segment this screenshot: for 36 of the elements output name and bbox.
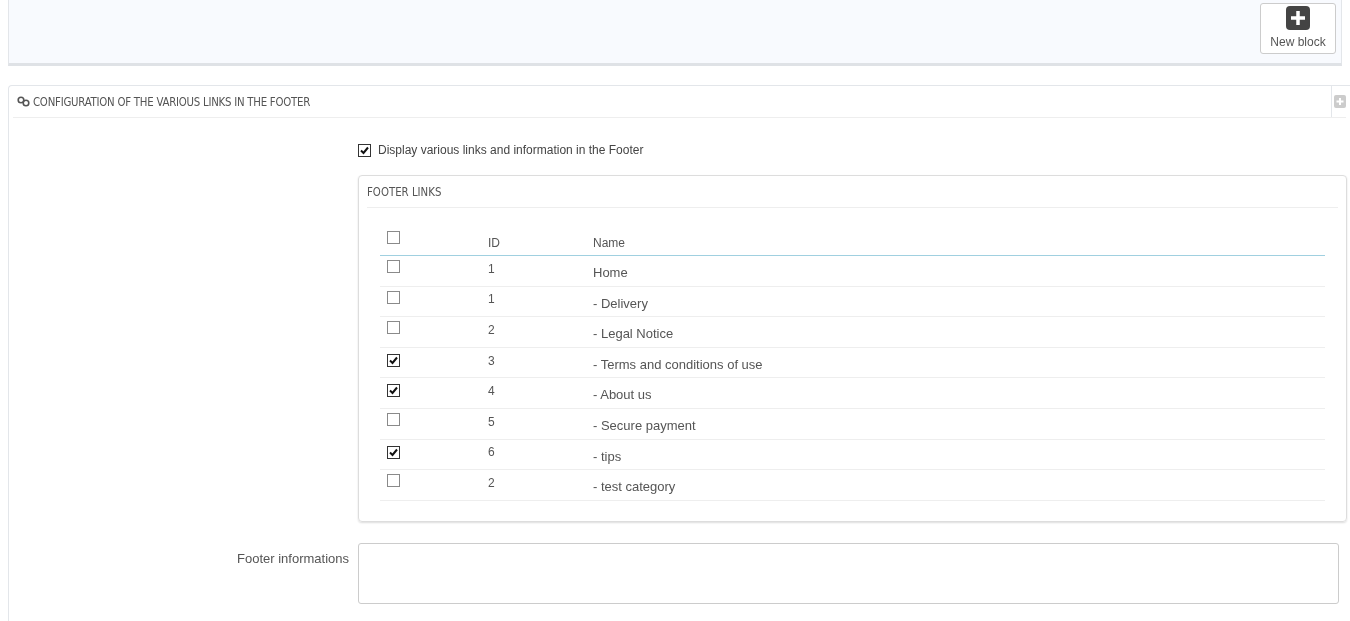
new-block-button[interactable]: New block bbox=[1260, 3, 1336, 54]
checkbox[interactable] bbox=[387, 290, 400, 304]
plus-icon bbox=[1286, 6, 1310, 30]
checkbox[interactable] bbox=[358, 143, 371, 157]
table-cell-text: - test category bbox=[593, 478, 676, 497]
checkbox[interactable] bbox=[387, 445, 400, 459]
footer-info-field[interactable] bbox=[358, 543, 1339, 604]
table-cell-text: 1 bbox=[488, 260, 496, 278]
table-cell-text: 2 bbox=[488, 474, 496, 492]
checkbox[interactable] bbox=[387, 260, 400, 274]
table-cell-text: - Terms and conditions of use bbox=[593, 355, 763, 374]
checkbox[interactable] bbox=[387, 231, 400, 245]
table-cell-text: - tips bbox=[593, 447, 622, 466]
column-header: Name bbox=[593, 234, 625, 252]
table-cell-text: - Secure payment bbox=[593, 417, 696, 435]
checkbox[interactable] bbox=[387, 413, 400, 426]
link-icon bbox=[17, 96, 30, 107]
table-cell-text: - About us bbox=[593, 386, 652, 405]
panel-title: CONFIGURATION OF THE VARIOUS LINKS IN THE FOOTER bbox=[33, 93, 310, 111]
table-cell-text: 4 bbox=[488, 383, 496, 401]
table-cell-text: 6 bbox=[488, 444, 496, 462]
checkbox[interactable] bbox=[387, 353, 400, 367]
table-cell-text: 2 bbox=[488, 322, 496, 339]
table-cell-text: 5 bbox=[488, 413, 496, 431]
table-cell-text: Home bbox=[593, 264, 628, 283]
checkbox[interactable] bbox=[387, 384, 400, 398]
checkbox[interactable] bbox=[387, 321, 400, 335]
column-header: ID bbox=[488, 234, 501, 252]
checkbox[interactable] bbox=[387, 474, 400, 488]
display-option-label: Display various links and information in the Footer bbox=[378, 142, 644, 159]
table-cell-text: - Legal Notice bbox=[593, 325, 674, 344]
footer-links-title: FOOTER LINKS bbox=[367, 183, 442, 201]
table-cell-text: - Delivery bbox=[593, 294, 648, 313]
field-label: Footer informations bbox=[237, 551, 349, 566]
table-cell-text: 3 bbox=[488, 352, 496, 370]
table-cell-text: 1 bbox=[488, 291, 496, 309]
